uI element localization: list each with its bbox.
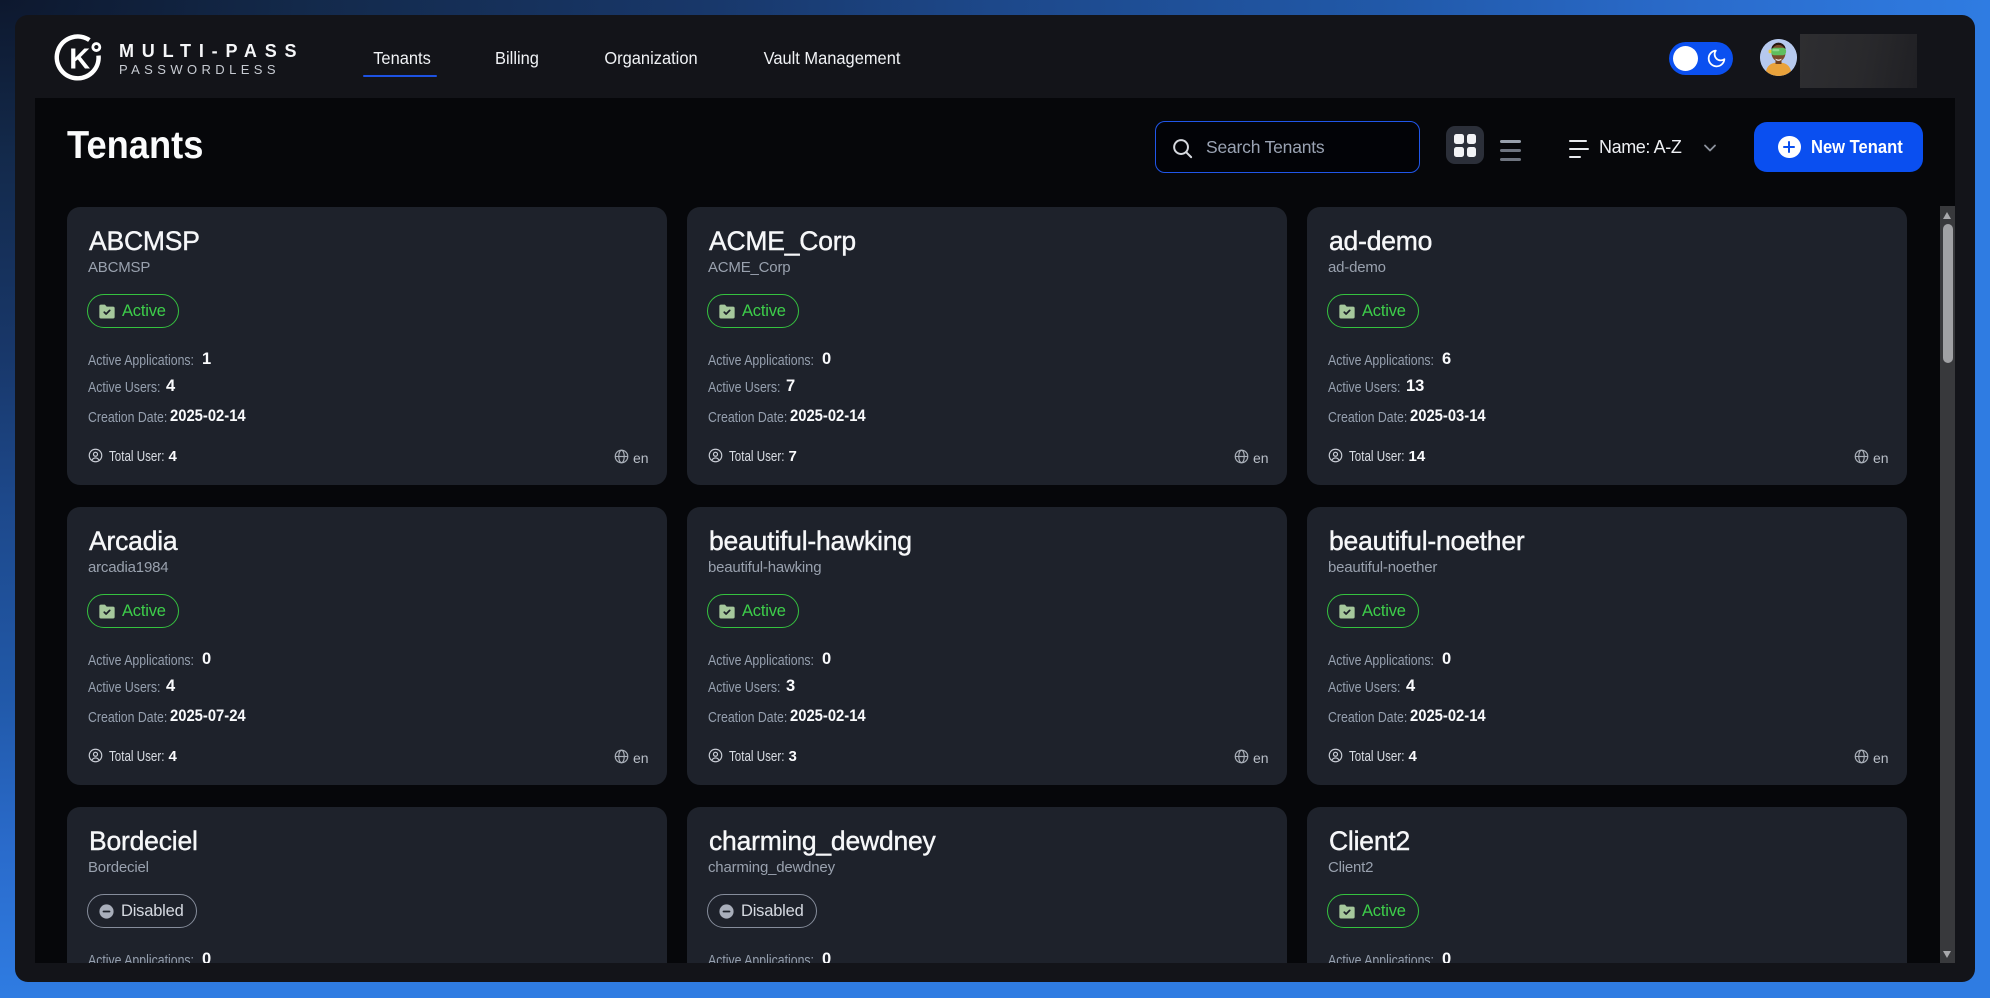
svg-text:K: K: [69, 44, 90, 76]
